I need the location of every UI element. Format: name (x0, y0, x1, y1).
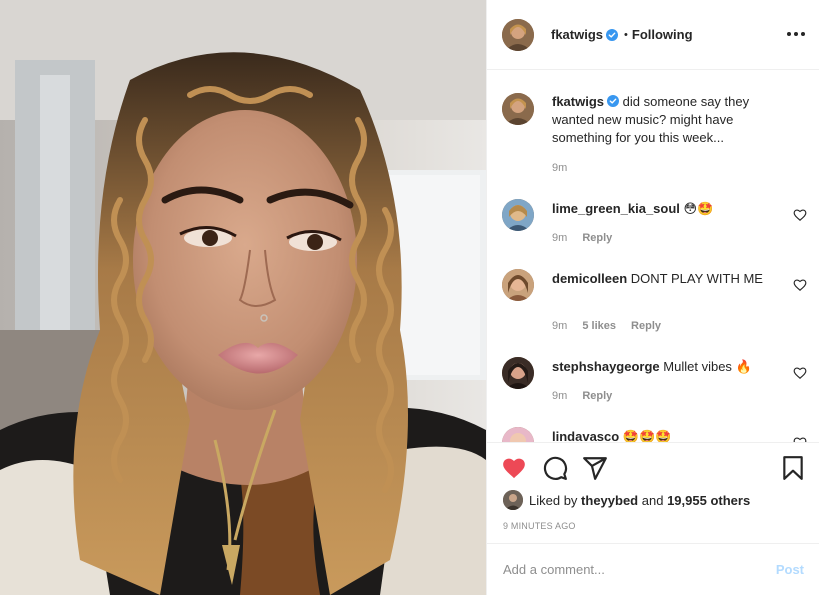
liked-by-prefix: Liked by (529, 492, 578, 508)
liked-by-user[interactable]: theyybed (581, 493, 638, 508)
comment-likes-count[interactable]: 5 likes (582, 320, 616, 332)
caption-time[interactable]: 9m (552, 162, 567, 174)
post-header: fkatwigs • Following (487, 0, 819, 70)
comment-body: stephshaygeorge Mullet vibes 🔥 (552, 358, 777, 376)
comment-input[interactable] (503, 562, 776, 577)
comment-time[interactable]: 9m (552, 320, 567, 332)
post-details-panel: fkatwigs • Following fkatwigs did someon… (486, 0, 819, 595)
following-button[interactable]: Following (632, 27, 693, 42)
caption-username[interactable]: fkatwigs (552, 94, 604, 109)
avatar[interactable] (502, 269, 534, 301)
paper-plane-icon[interactable] (582, 455, 608, 481)
avatar[interactable] (502, 93, 534, 125)
comment-text: Mullet vibes 🔥 (663, 359, 752, 374)
bookmark-icon[interactable] (780, 455, 806, 481)
comment-username[interactable]: stephshaygeorge (552, 359, 660, 374)
comments-list[interactable]: fkatwigs did someone say they wanted new… (487, 71, 819, 442)
reply-button[interactable]: Reply (582, 232, 612, 244)
more-horizontal-icon[interactable] (786, 24, 806, 44)
post-timestamp[interactable]: 9 MINUTES AGO (503, 521, 576, 531)
post-comment-button[interactable]: Post (776, 562, 804, 577)
comment-username[interactable]: demicolleen (552, 271, 627, 286)
comment-body: demicolleen DONT PLAY WITH ME (552, 270, 777, 288)
like-comment-heart-icon[interactable] (793, 366, 807, 380)
comment-username[interactable]: lime_green_kia_soul (552, 201, 680, 216)
post-photo[interactable] (0, 0, 486, 595)
likes-summary: Liked by theyybed and 19,955 others (503, 490, 750, 510)
heart-filled-icon[interactable] (501, 455, 527, 481)
separator-dot: • (624, 28, 628, 41)
like-comment-heart-icon[interactable] (793, 208, 807, 222)
comment-composer: Post (487, 543, 819, 595)
verified-badge-icon (607, 95, 620, 107)
liked-by-and: and (641, 492, 664, 508)
comment-body: lime_green_kia_soul 😳🤩 (552, 200, 777, 218)
comment-meta: 9m 5 likes Reply (552, 320, 673, 332)
comment-icon[interactable] (542, 455, 568, 481)
comment-meta: 9m Reply (552, 390, 624, 402)
comment-meta: 9m Reply (552, 232, 624, 244)
avatar[interactable] (502, 18, 534, 51)
selfie-image (0, 0, 486, 595)
comment-text: 🤩🤩🤩 (622, 429, 672, 442)
caption-meta: 9m (552, 162, 579, 174)
comment-text: 😳🤩 (683, 201, 714, 216)
header-username[interactable]: fkatwigs (551, 27, 603, 42)
verified-badge-icon (606, 28, 619, 41)
avatar[interactable] (502, 199, 534, 231)
comment-time[interactable]: 9m (552, 390, 567, 402)
comment-time[interactable]: 9m (552, 232, 567, 244)
like-comment-heart-icon[interactable] (793, 278, 807, 292)
reply-button[interactable]: Reply (582, 390, 612, 402)
avatar[interactable] (502, 357, 534, 389)
post-modal: fkatwigs • Following fkatwigs did someon… (0, 0, 819, 595)
comment-username[interactable]: lindavasco (552, 429, 619, 442)
avatar[interactable] (503, 490, 523, 510)
comment-text: DONT PLAY WITH ME (630, 271, 763, 286)
reply-button[interactable]: Reply (631, 320, 661, 332)
comment-body: lindavasco 🤩🤩🤩 (552, 428, 777, 442)
post-actions: Liked by theyybed and 19,955 others 9 MI… (487, 442, 819, 542)
likes-count[interactable]: 19,955 others (667, 493, 750, 508)
caption-body: fkatwigs did someone say they wanted new… (552, 93, 777, 147)
avatar[interactable] (502, 427, 534, 442)
